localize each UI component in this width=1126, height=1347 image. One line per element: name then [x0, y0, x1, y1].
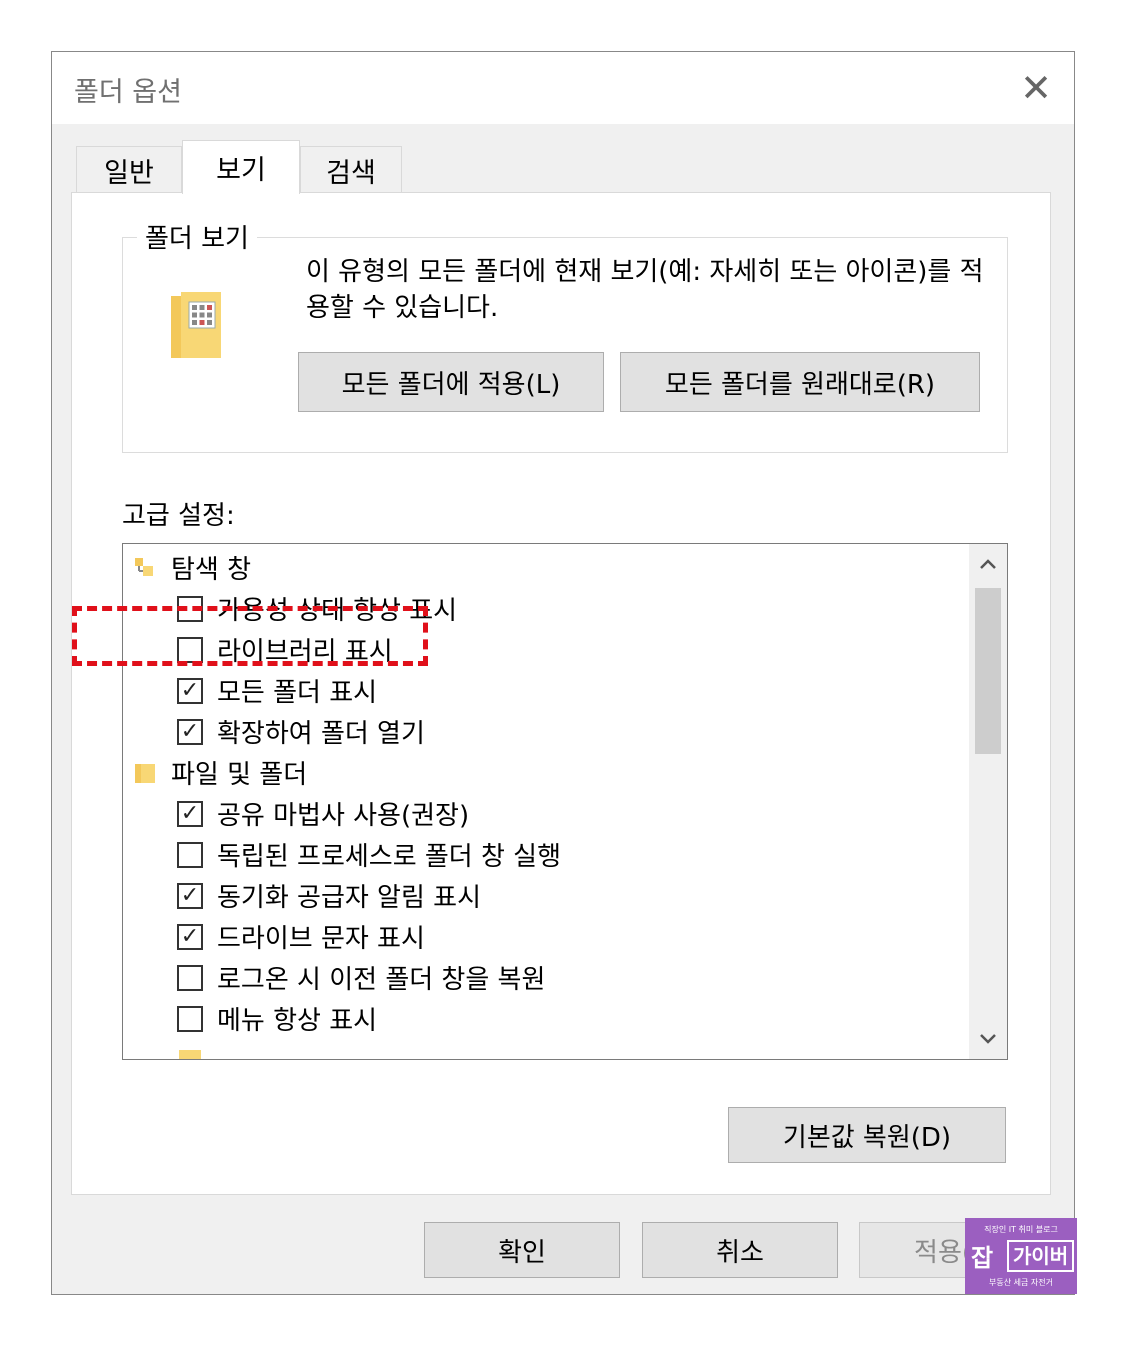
- list-item-label: 독립된 프로세스로 폴더 창 실행: [217, 842, 562, 872]
- checkbox-checked[interactable]: ✓: [177, 677, 203, 704]
- checkbox[interactable]: [177, 841, 203, 868]
- watermark-top-text: 직장인 IT 취미 블로그: [984, 1225, 1058, 1234]
- list-item[interactable]: ✓ 확장하여 폴더 열기: [177, 711, 425, 752]
- folder-view-group: 폴더 보기 이 유형의 모든 폴더에 현재 보기(예: 자세히 또는 아이콘)를…: [122, 218, 1008, 453]
- list-group-label: 탐색 창: [171, 555, 252, 585]
- folder-view-description: 이 유형의 모든 폴더에 현재 보기(예: 자세히 또는 아이콘)를 적용할 수…: [306, 257, 984, 323]
- scroll-thumb[interactable]: [975, 588, 1001, 754]
- apply-to-folders-button[interactable]: 모든 폴더에 적용(L): [298, 352, 604, 412]
- list-item-label: 드라이브 문자 표시: [217, 924, 425, 954]
- list-item[interactable]: ✓ 공유 마법사 사용(권장): [177, 793, 469, 834]
- list-item-label: 메뉴 항상 표시: [217, 1006, 378, 1036]
- folder-view-icon: [171, 292, 221, 358]
- scroll-down-icon[interactable]: [969, 1019, 1007, 1059]
- list-item[interactable]: 로그온 시 이전 폴더 창을 복원: [177, 957, 545, 998]
- checkbox[interactable]: [177, 636, 203, 663]
- cancel-button[interactable]: 취소: [642, 1222, 838, 1278]
- list-item-label: 확장하여 폴더 열기: [217, 719, 425, 749]
- checkbox[interactable]: [177, 964, 203, 991]
- tab-search-label: 검색: [326, 158, 376, 189]
- list-group-label: 파일 및 폴더: [171, 760, 308, 790]
- folder-icon: [135, 763, 155, 783]
- checkbox[interactable]: [177, 1005, 203, 1032]
- checkbox-checked[interactable]: ✓: [177, 882, 203, 909]
- list-item[interactable]: ✓ 모든 폴더 표시: [177, 670, 377, 711]
- tab-view[interactable]: 보기: [182, 140, 300, 194]
- view-tab-panel: 폴더 보기 이 유형의 모든 폴더에 현재 보기(예: 자세히 또는 아이콘)를…: [71, 192, 1051, 1195]
- list-item-label: 라이브러리 표시: [217, 637, 393, 667]
- watermark-mark: 잡: [971, 1244, 994, 1272]
- ok-button[interactable]: 확인: [424, 1222, 620, 1278]
- scroll-up-icon[interactable]: [969, 544, 1007, 584]
- title-bar: 폴더 옵션 ✕: [52, 52, 1074, 124]
- list-item[interactable]: 메뉴 항상 표시: [177, 998, 377, 1039]
- list-group-files-folders: 파일 및 폴더: [133, 752, 307, 793]
- close-button[interactable]: ✕: [998, 52, 1074, 124]
- checkbox[interactable]: [177, 595, 203, 622]
- advanced-settings-list[interactable]: 탐색 창 가용성 상태 항상 표시 라이브러리 표시 ✓ 모든 폴더 표시 ✓ …: [122, 543, 1008, 1060]
- advanced-settings-label: 고급 설정:: [122, 501, 235, 531]
- list-item[interactable]: 가용성 상태 항상 표시: [177, 588, 457, 629]
- list-item[interactable]: ✓ 드라이브 문자 표시: [177, 916, 425, 957]
- tab-search[interactable]: 검색: [300, 146, 402, 194]
- list-scrollbar[interactable]: [969, 544, 1007, 1059]
- reset-folders-button[interactable]: 모든 폴더를 원래대로(R): [620, 352, 980, 412]
- restore-defaults-button[interactable]: 기본값 복원(D): [728, 1107, 1006, 1163]
- checkbox-checked[interactable]: ✓: [177, 800, 203, 827]
- list-item[interactable]: ✓ 동기화 공급자 알림 표시: [177, 875, 481, 916]
- list-item-label: 공유 마법사 사용(권장): [217, 801, 470, 831]
- nav-pane-icon: [135, 557, 153, 576]
- list-item-label: 모든 폴더 표시: [217, 678, 378, 708]
- checkbox-checked[interactable]: ✓: [177, 718, 203, 745]
- list-item[interactable]: 독립된 프로세스로 폴더 창 실행: [177, 834, 561, 875]
- list-item-label: 가용성 상태 항상 표시: [217, 596, 458, 626]
- list-item[interactable]: 라이브러리 표시: [177, 629, 393, 670]
- folder-view-legend: 폴더 보기: [137, 218, 257, 255]
- tab-general[interactable]: 일반: [76, 146, 182, 194]
- watermark-name: 가이버: [1007, 1240, 1075, 1272]
- watermark-bottom-text: 부동산 세금 자전거: [989, 1278, 1053, 1287]
- list-item-label: 동기화 공급자 알림 표시: [217, 883, 481, 913]
- tab-view-label: 보기: [216, 155, 266, 186]
- dialog-title: 폴더 옵션: [74, 77, 182, 108]
- tab-general-label: 일반: [104, 158, 154, 189]
- blog-watermark: 직장인 IT 취미 블로그 잡 가이버 부동산 세금 자전거: [965, 1218, 1077, 1294]
- close-icon: ✕: [1020, 66, 1052, 110]
- folder-options-dialog: 폴더 옵션 ✕ 일반 보기 검색 폴더 보기 이 유형의 모든 폴더에 현재 보…: [51, 51, 1075, 1295]
- partial-folder-icon: [179, 1050, 201, 1059]
- list-item-label: 로그온 시 이전 폴더 창을 복원: [217, 965, 546, 995]
- list-group-navigation-pane: 탐색 창: [133, 547, 251, 588]
- checkbox-checked[interactable]: ✓: [177, 923, 203, 950]
